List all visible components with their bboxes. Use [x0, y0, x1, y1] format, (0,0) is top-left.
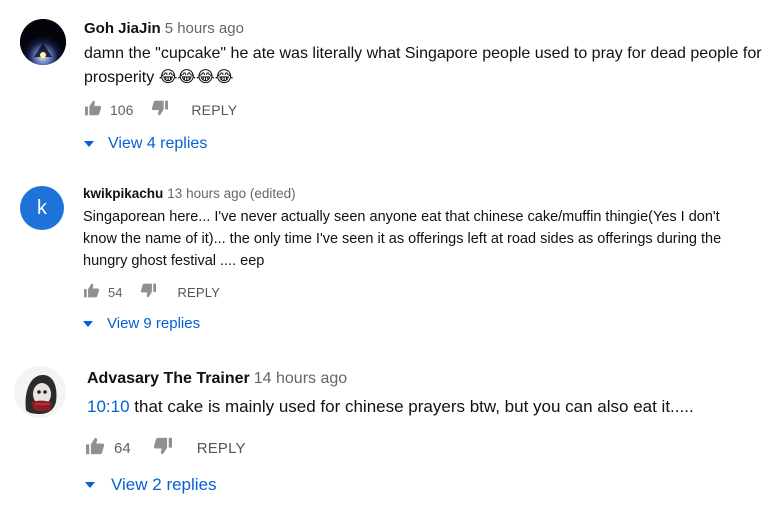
caret-down-icon	[85, 482, 95, 488]
comment-time[interactable]: 5 hours ago	[165, 20, 244, 37]
comment-text: damn the "cupcake" he ate was literally …	[84, 42, 764, 90]
view-replies-button[interactable]: View 9 replies	[83, 315, 200, 332]
comment-actions: 64 REPLY	[85, 437, 246, 459]
comment-header: kwikpikachu 13 hours ago (edited)	[83, 186, 773, 201]
masked-character-avatar-icon[interactable]	[14, 366, 66, 418]
comment-actions: 54 REPLY	[83, 283, 220, 301]
reply-button[interactable]: REPLY	[197, 440, 246, 457]
thumbs-up-icon[interactable]	[83, 283, 100, 301]
comment-text-rest: that cake is mainly used for chinese pra…	[129, 397, 694, 416]
reply-button[interactable]: REPLY	[191, 102, 237, 118]
comment-text-line: know the name of it)... the only time I'…	[83, 231, 722, 247]
comment-text: 10:10 that cake is mainly used for chine…	[87, 394, 767, 420]
comment-body: Advasary The Trainer 14 hours ago 10:10 t…	[87, 370, 767, 420]
caret-down-icon	[84, 141, 94, 147]
like-count: 54	[108, 284, 123, 300]
author-name[interactable]: Goh JiaJin	[84, 20, 161, 37]
author-name[interactable]: Advasary The Trainer	[87, 370, 250, 387]
author-name[interactable]: kwikpikachu	[83, 186, 163, 201]
comment-text-line: prosperity 😂😂😂😂	[84, 69, 234, 86]
thumbs-down-icon[interactable]	[153, 437, 173, 459]
like-count: 106	[110, 101, 134, 118]
view-replies-label: View 4 replies	[108, 135, 208, 152]
thumbs-up-icon[interactable]	[84, 100, 102, 119]
comment-text: Singaporean here... I've never actually …	[83, 206, 773, 272]
thumbs-up-icon[interactable]	[85, 437, 105, 459]
comment-body: Goh JiaJin 5 hours ago damn the "cupcake"…	[84, 20, 764, 90]
comment-body: kwikpikachu 13 hours ago (edited) Singapo…	[83, 186, 773, 272]
caret-down-icon	[83, 320, 93, 327]
view-replies-button[interactable]: View 4 replies	[84, 135, 207, 153]
like-count: 64	[114, 439, 131, 457]
thumbs-down-icon[interactable]	[140, 283, 157, 301]
thumbs-down-icon[interactable]	[151, 100, 169, 119]
comment-text-line: Singaporean here... I've never actually …	[83, 209, 720, 225]
avatar-letter: k	[37, 196, 47, 219]
comment-header: Goh JiaJin 5 hours ago	[84, 20, 764, 37]
comment-header: Advasary The Trainer 14 hours ago	[87, 370, 767, 388]
reply-button[interactable]: REPLY	[177, 285, 220, 300]
avatar[interactable]: k	[20, 186, 64, 230]
night-sky-avatar-icon[interactable]	[20, 19, 66, 65]
view-replies-button[interactable]: View 2 replies	[85, 475, 217, 495]
comment-time[interactable]: 14 hours ago	[254, 370, 347, 387]
comment-text-line: damn the "cupcake" he ate was literally …	[84, 45, 762, 62]
timestamp-link[interactable]: 10:10	[87, 397, 130, 416]
comment-time[interactable]: 13 hours ago (edited)	[167, 186, 295, 201]
comment-actions: 106 REPLY	[84, 100, 237, 119]
comment-text-line: hungry ghost festival .... eep	[83, 253, 265, 269]
view-replies-label: View 9 replies	[107, 315, 201, 332]
view-replies-label: View 2 replies	[111, 475, 217, 494]
